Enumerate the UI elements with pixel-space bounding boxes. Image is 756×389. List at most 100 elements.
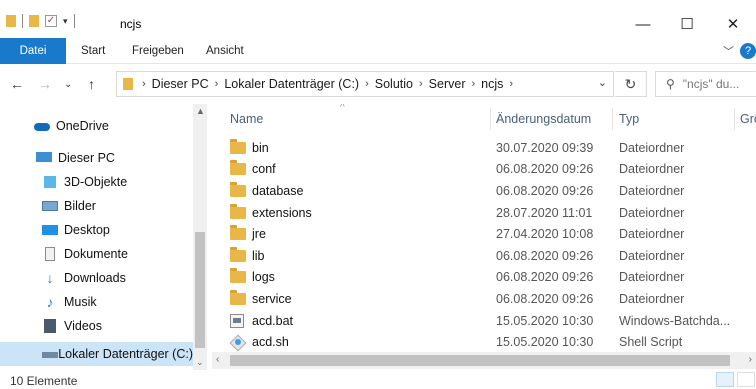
- breadcrumb-dieser-pc[interactable]: Dieser PC: [152, 77, 209, 91]
- folder-icon: [6, 15, 16, 27]
- table-row[interactable]: jre 27.04.2020 10:08 Dateiordner: [212, 223, 756, 245]
- table-row[interactable]: database 06.08.2020 09:26 Dateiordner: [212, 180, 756, 202]
- recent-locations-icon[interactable]: ⌄: [64, 79, 72, 90]
- cube-icon: [42, 175, 58, 189]
- scroll-up-icon[interactable]: ▲: [196, 106, 205, 116]
- file-type: Windows-Batchda...: [619, 313, 731, 328]
- folder-icon: [123, 78, 133, 90]
- forward-arrow-icon[interactable]: →: [38, 76, 52, 92]
- breadcrumb-drive[interactable]: Lokaler Datenträger (C:): [224, 77, 359, 91]
- tab-datei[interactable]: Datei: [0, 38, 66, 64]
- column-divider[interactable]: [734, 108, 735, 130]
- chevron-right-icon[interactable]: ›: [365, 78, 369, 90]
- navigation-pane: OneDrive Dieser PC 3D-Objekte Bilder Des…: [0, 104, 207, 370]
- column-header-date[interactable]: Änderungsdatum: [496, 104, 591, 134]
- column-divider[interactable]: [490, 108, 491, 130]
- sidebar-item-dieser-pc[interactable]: Dieser PC: [0, 146, 193, 170]
- sidebar-item-downloads[interactable]: ↓ Downloads: [0, 266, 193, 290]
- sidebar-scrollbar[interactable]: ▲ ⌄: [193, 104, 207, 370]
- folder-icon: [230, 203, 246, 219]
- pictures-icon: [42, 199, 58, 213]
- chevron-right-icon[interactable]: ›: [419, 78, 423, 90]
- scroll-down-icon[interactable]: ⌄: [196, 357, 204, 368]
- tab-freigeben[interactable]: Freigeben: [132, 38, 184, 64]
- checkbox-icon[interactable]: ✓: [45, 15, 57, 27]
- large-icons-view-icon[interactable]: [737, 372, 755, 387]
- chevron-down-icon[interactable]: ▾: [63, 16, 68, 27]
- chevron-down-icon[interactable]: ⌄: [598, 76, 607, 89]
- up-arrow-icon[interactable]: ↑: [88, 76, 95, 92]
- scrollbar-thumb[interactable]: [230, 355, 730, 366]
- chevron-right-icon[interactable]: ›: [215, 78, 219, 90]
- sidebar-item-bilder[interactable]: Bilder: [0, 194, 193, 218]
- column-divider[interactable]: [612, 108, 613, 130]
- column-header-type[interactable]: Typ: [619, 104, 639, 134]
- horizontal-scrollbar[interactable]: ‹ ›: [212, 352, 756, 369]
- help-icon[interactable]: ?: [740, 43, 756, 59]
- documents-icon: [42, 247, 58, 261]
- breadcrumb-server[interactable]: Server: [429, 77, 466, 91]
- title-bar: ✓ ▾ ncjs — ☐ ✕: [0, 0, 756, 38]
- sidebar-item-onedrive[interactable]: OneDrive: [0, 114, 193, 138]
- file-name: database: [252, 183, 304, 198]
- sidebar-item-3d-objekte[interactable]: 3D-Objekte: [0, 170, 193, 194]
- sidebar-item-musik[interactable]: ♪ Musik: [0, 290, 193, 314]
- table-row[interactable]: extensions 28.07.2020 11:01 Dateiordner: [212, 202, 756, 224]
- folder-icon: [230, 268, 246, 284]
- properties-icon[interactable]: [29, 15, 39, 27]
- chevron-right-icon[interactable]: ›: [472, 78, 476, 90]
- sidebar-item-lokaler-datentraeger[interactable]: Lokaler Datenträger (C:): [0, 342, 193, 366]
- tab-start[interactable]: Start: [81, 38, 105, 64]
- folder-icon: [230, 160, 246, 176]
- expand-ribbon-icon[interactable]: ﹀: [723, 43, 734, 59]
- breadcrumb-ncjs[interactable]: ncjs: [481, 77, 503, 91]
- chevron-right-icon[interactable]: ›: [509, 78, 513, 90]
- search-placeholder: "ncjs" du...: [682, 77, 740, 91]
- script-file-icon: [230, 335, 244, 349]
- scroll-left-icon[interactable]: ‹: [216, 354, 219, 365]
- refresh-button[interactable]: ↻: [615, 71, 647, 97]
- breadcrumb-solutio[interactable]: Solutio: [375, 77, 413, 91]
- scroll-right-icon[interactable]: ›: [749, 354, 752, 365]
- file-date: 06.08.2020 09:26: [496, 162, 594, 177]
- sidebar-item-label: Lokaler Datenträger (C:): [58, 347, 193, 361]
- table-row[interactable]: logs 06.08.2020 09:26 Dateiordner: [212, 267, 756, 289]
- cloud-icon: [34, 119, 50, 133]
- sidebar-item-desktop[interactable]: Desktop: [0, 218, 193, 242]
- address-bar[interactable]: › Dieser PC › Lokaler Datenträger (C:) ›…: [116, 71, 614, 97]
- sidebar-item-label: Dokumente: [64, 247, 128, 261]
- file-date: 15.05.2020 10:30: [496, 335, 594, 350]
- table-row[interactable]: conf 06.08.2020 09:26 Dateiordner: [212, 159, 756, 181]
- table-row[interactable]: bin 30.07.2020 09:39 Dateiordner: [212, 137, 756, 159]
- sidebar-item-dokumente[interactable]: Dokumente: [0, 242, 193, 266]
- folder-icon: [230, 138, 246, 154]
- table-row[interactable]: service 06.08.2020 09:26 Dateiordner: [212, 288, 756, 310]
- videos-icon: [42, 319, 58, 333]
- minimize-button[interactable]: —: [620, 10, 666, 38]
- file-type: Dateiordner: [619, 140, 685, 155]
- file-type: Dateiordner: [619, 248, 685, 263]
- table-row[interactable]: acd.bat 15.05.2020 10:30 Windows-Batchda…: [212, 310, 756, 332]
- close-button[interactable]: ✕: [710, 10, 756, 38]
- file-date: 06.08.2020 09:26: [496, 270, 594, 285]
- file-name: jre: [252, 227, 266, 242]
- table-row[interactable]: acd.sh 15.05.2020 10:30 Shell Script: [212, 331, 756, 352]
- tab-ansicht[interactable]: Ansicht: [206, 38, 244, 64]
- details-view-icon[interactable]: [716, 372, 734, 387]
- sidebar-item-videos[interactable]: Videos: [0, 314, 193, 338]
- drive-icon: [42, 347, 58, 361]
- file-name: lib: [252, 248, 265, 263]
- sort-indicator-icon: ^: [340, 104, 345, 113]
- column-header-name[interactable]: Name: [230, 104, 263, 134]
- chevron-right-icon[interactable]: ›: [142, 78, 146, 90]
- ribbon-tabs: Datei Start Freigeben Ansicht ﹀ ?: [0, 38, 756, 64]
- back-arrow-icon[interactable]: ←: [10, 76, 24, 92]
- file-list: ^ Name Änderungsdatum Typ Grö bin 30.07.…: [212, 104, 756, 352]
- scrollbar-thumb[interactable]: [195, 232, 205, 348]
- column-header-size[interactable]: Grö: [740, 104, 756, 134]
- file-date: 27.04.2020 10:08: [496, 227, 594, 242]
- file-type: Dateiordner: [619, 291, 685, 306]
- table-row[interactable]: lib 06.08.2020 09:26 Dateiordner: [212, 245, 756, 267]
- maximize-button[interactable]: ☐: [664, 10, 710, 38]
- search-input[interactable]: ⚲ "ncjs" du...: [655, 71, 756, 97]
